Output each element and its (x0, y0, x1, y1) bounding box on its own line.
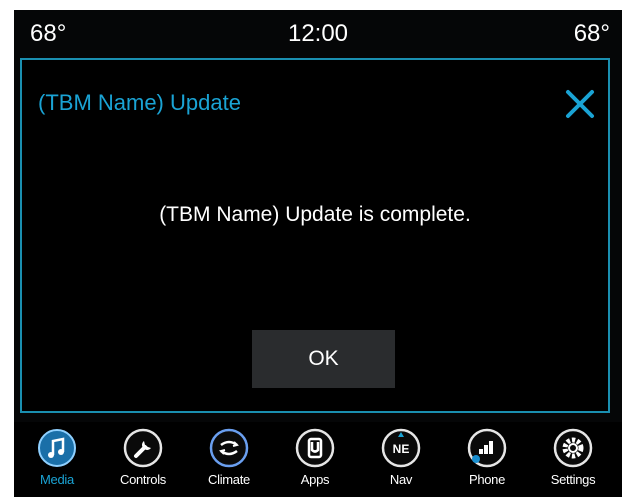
dialog-message: (TBM Name) Update is complete. (159, 203, 471, 226)
status-bar: 68° 12:00 68° (14, 10, 622, 56)
close-button[interactable] (560, 84, 600, 124)
compass-icon: NE (381, 428, 421, 468)
nav-media-label: Media (40, 472, 74, 487)
wrench-icon (123, 428, 163, 468)
close-icon (566, 90, 594, 118)
update-dialog: (TBM Name) Update (TBM Name) Update is c… (20, 58, 610, 413)
climate-fan-icon (209, 428, 249, 468)
nav-media[interactable]: Media (16, 422, 98, 497)
nav-apps[interactable]: Apps (274, 422, 356, 497)
nav-phone-label: Phone (468, 472, 506, 487)
nav-phone[interactable]: Phone (446, 422, 528, 497)
infotainment-screen: 68° 12:00 68° (TBM Name) Update (TBM Nam… (14, 10, 622, 497)
nav-settings-label: Settings (550, 472, 596, 487)
nav-nav[interactable]: NE Nav (360, 422, 442, 497)
nav-climate-label: Climate (208, 472, 250, 487)
bottom-nav-bar: Media Controls Climate Apps NE Nav Phone… (14, 422, 622, 497)
nav-climate[interactable]: Climate (188, 422, 270, 497)
music-note-icon (38, 429, 76, 467)
apps-icon (295, 428, 335, 468)
clock: 12:00 (287, 20, 349, 47)
nav-controls-label: Controls (119, 472, 166, 487)
phone-signal-icon (467, 428, 507, 468)
dialog-title: (TBM Name) Update (38, 90, 241, 115)
passenger-temperature[interactable]: 68° (574, 20, 610, 48)
nav-settings[interactable]: Settings (532, 422, 614, 497)
nav-controls[interactable]: Controls (102, 422, 184, 497)
svg-text:NE: NE (393, 442, 410, 456)
gear-icon (553, 428, 593, 468)
ok-button[interactable]: OK (252, 330, 395, 388)
nav-apps-label: Apps (300, 472, 330, 487)
nav-nav-label: Nav (389, 472, 413, 487)
